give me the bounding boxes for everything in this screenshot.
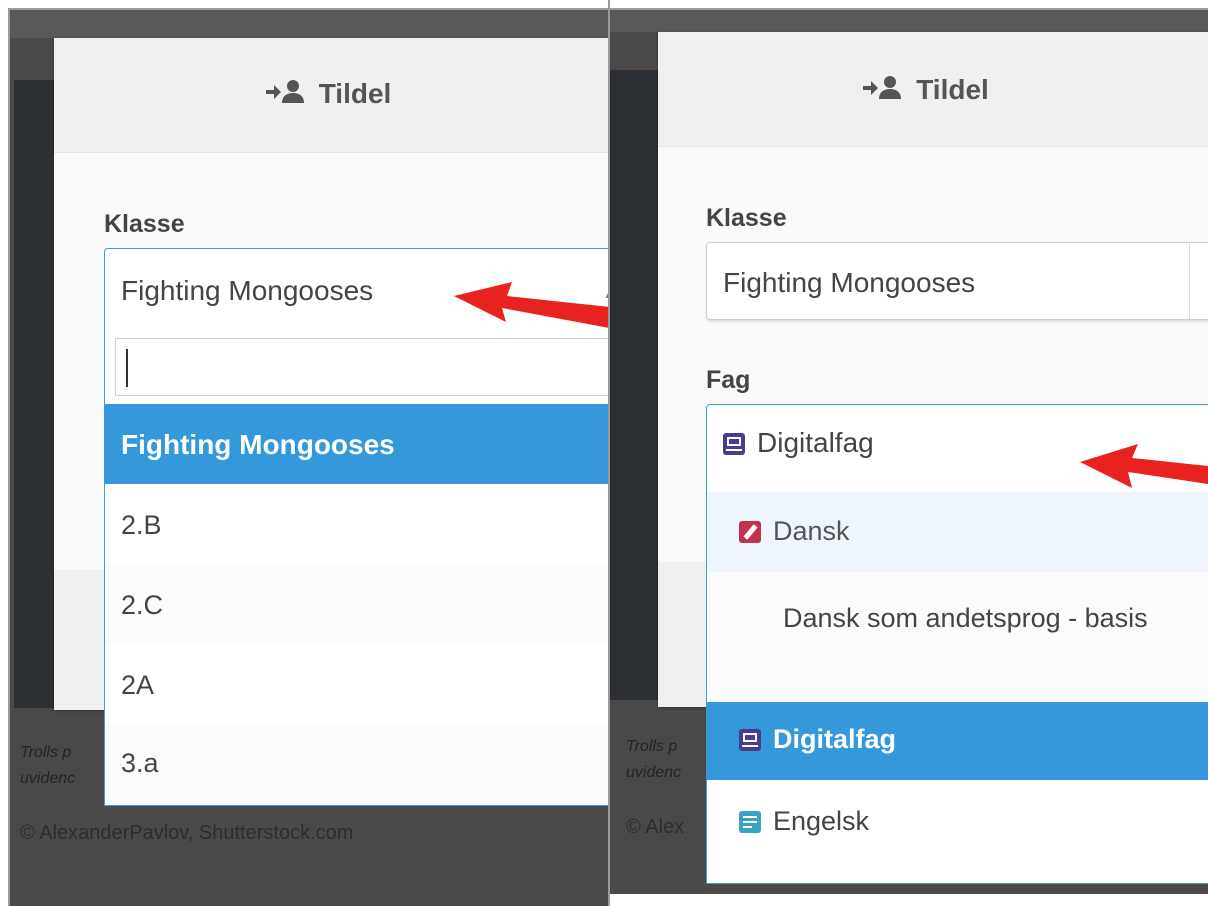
image-caption: Trolls p uvidenc	[20, 744, 76, 787]
pencil-icon	[739, 521, 761, 543]
modal-title: Tildel	[633, 74, 1208, 108]
assign-user-icon	[862, 75, 902, 108]
modal-title-text: Tildel	[916, 74, 989, 105]
background-dark-area	[610, 70, 658, 700]
background-strip	[0, 0, 610, 38]
red-annotation-arrow	[1080, 444, 1208, 488]
dropdown-option[interactable]: 2.B	[105, 484, 610, 564]
klasse-select[interactable]: Fighting Mongooses	[706, 242, 1208, 320]
select-divider	[1189, 243, 1190, 319]
dropdown-option[interactable]: 2A	[105, 644, 610, 724]
klasse-dropdown: Fighting Mongooses 2.B 2.C 2A 3.a	[104, 336, 610, 806]
dropdown-option[interactable]: Digitalfag	[707, 702, 1208, 780]
fag-label: Fag	[706, 366, 751, 394]
klasse-selected-value: Fighting Mongooses	[121, 275, 374, 306]
background-dark-area	[14, 80, 54, 708]
image-credit: © AlexanderPavlov, Shutterstock.com	[20, 822, 354, 844]
red-annotation-arrow	[454, 282, 610, 329]
fag-selected-value: Digitalfag	[723, 427, 874, 459]
panel-divider	[608, 0, 610, 906]
speech-icon	[739, 811, 761, 833]
dropdown-option[interactable]: Fighting Mongooses	[105, 404, 610, 484]
right-screenshot: Tildel Klasse Fag Trolls p uvidenc © Ale…	[610, 0, 1208, 906]
modal-header: Tildel	[658, 32, 1208, 147]
left-screenshot: Tildel Klasse Trolls p uvidenc © Alexand…	[0, 0, 610, 906]
dropdown-option[interactable]: Dansk	[707, 492, 1208, 572]
image-caption: Trolls p uvidenc	[626, 738, 682, 781]
klasse-label: Klasse	[706, 204, 787, 232]
dropdown-option[interactable]: 3.a	[105, 724, 610, 805]
laptop-icon	[739, 729, 761, 751]
left-border	[8, 8, 10, 906]
dropdown-option[interactable]: Dansk som andetsprog - basis	[707, 572, 1208, 702]
modal-title: Tildel	[42, 78, 610, 112]
background-strip	[610, 0, 1208, 32]
bottom-margin	[610, 894, 1208, 906]
laptop-icon	[723, 433, 745, 455]
fag-dropdown: Dansk Dansk som andetsprog - basis Digit…	[706, 492, 1208, 884]
dropdown-option[interactable]: 2.C	[105, 564, 610, 644]
dropdown-option[interactable]: Engelsk	[707, 780, 1208, 860]
klasse-label: Klasse	[104, 210, 185, 238]
klasse-selected-value: Fighting Mongooses	[723, 267, 976, 298]
modal-title-text: Tildel	[318, 78, 392, 109]
image-credit: © Alex	[626, 816, 685, 838]
assign-user-icon	[265, 79, 305, 112]
modal-header: Tildel	[54, 38, 610, 153]
